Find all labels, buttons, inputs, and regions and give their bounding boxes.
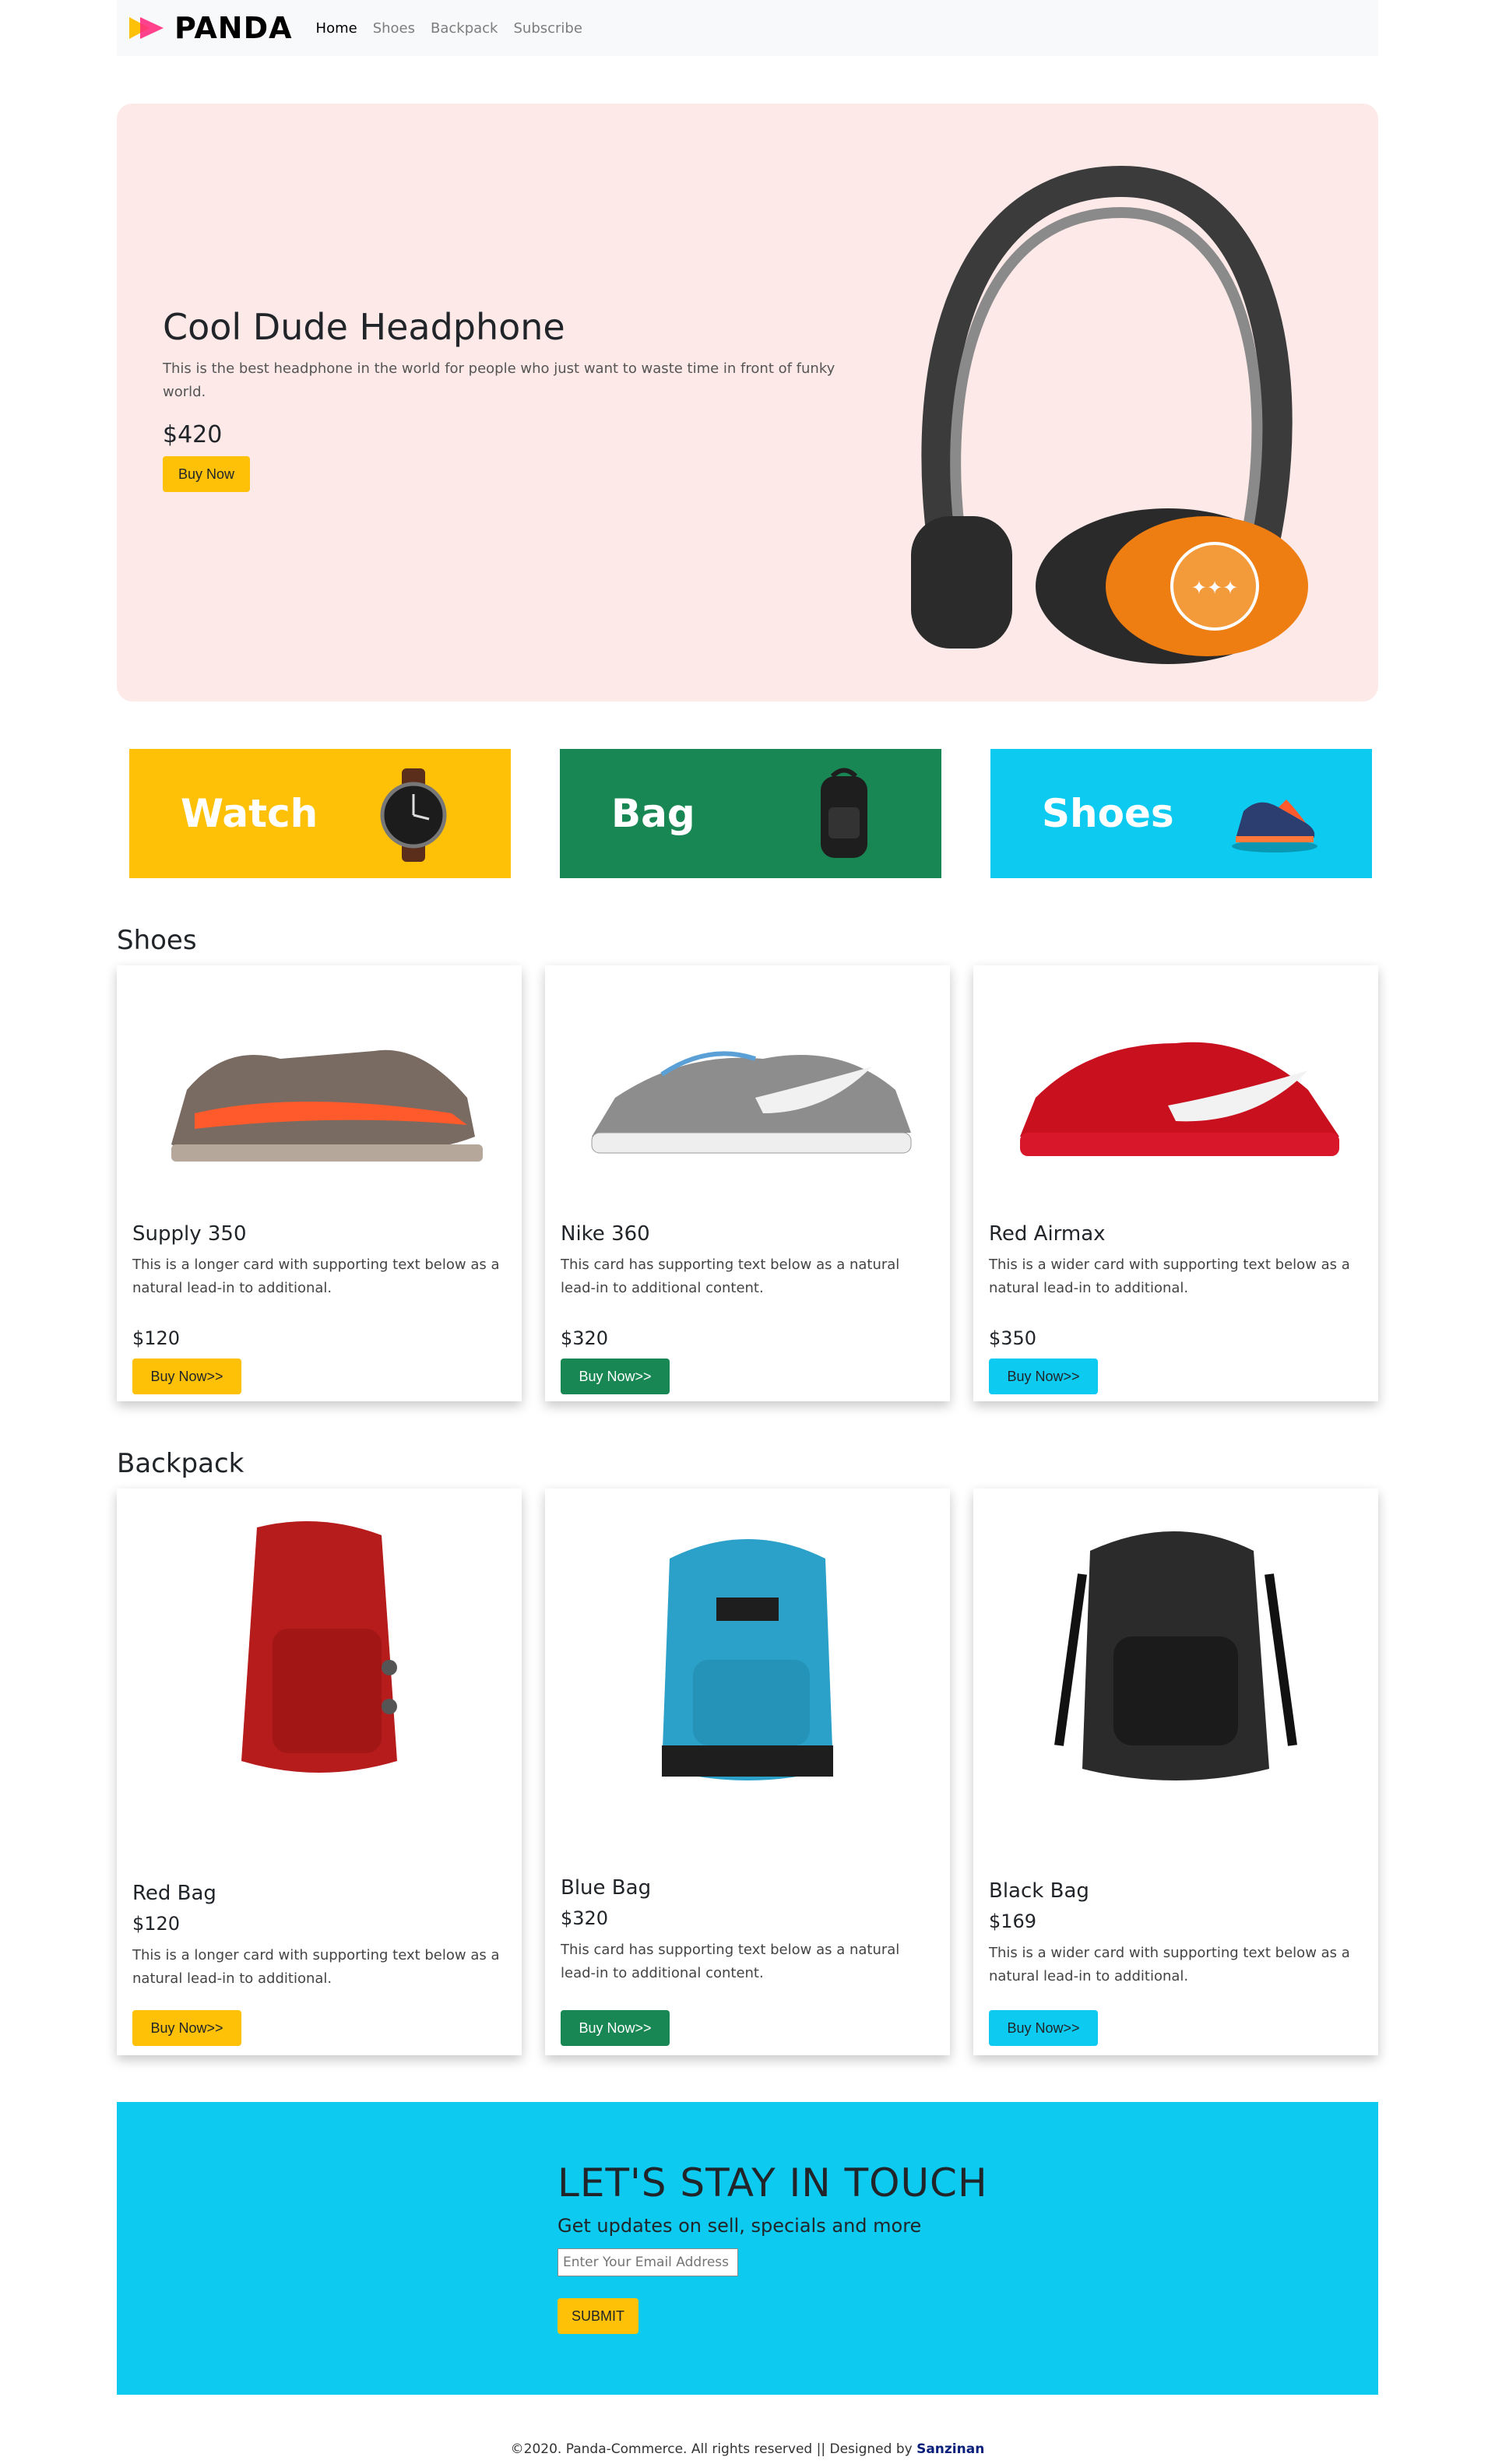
hero-banner: Cool Dude Headphone This is the best hea… <box>117 104 1378 701</box>
product-card: Nike 360 This card has supporting text b… <box>545 965 950 1401</box>
blue-backpack-image <box>662 1539 833 1780</box>
product-card: Red Bag $120 This is a longer card with … <box>117 1489 522 2055</box>
card-price: $169 <box>989 1910 1037 1932</box>
category-shoes[interactable]: Shoes <box>990 749 1372 878</box>
panda-logo-icon <box>129 17 164 39</box>
sneaker-image <box>591 1051 912 1154</box>
footer-text: ©2020. Panda-Commerce. All rights reserv… <box>510 2441 917 2457</box>
buy-now-button[interactable]: Buy Now>> <box>132 1359 241 1394</box>
card-text: This is a longer card with supporting te… <box>132 1947 500 1987</box>
nav-shoes[interactable]: Shoes <box>373 20 415 37</box>
card-price: $120 <box>132 1327 181 1349</box>
buy-now-button[interactable]: Buy Now>> <box>561 1359 670 1394</box>
email-input[interactable] <box>558 2248 738 2276</box>
product-card: Blue Bag $320 This card has supporting t… <box>545 1489 950 2055</box>
product-card: Black Bag $169 This is a wider card with… <box>973 1489 1378 2055</box>
category-watch[interactable]: Watch <box>129 749 511 878</box>
brand[interactable]: PANDA <box>126 11 293 45</box>
red-backpack-image <box>241 1521 397 1773</box>
navbar: PANDA Home Shoes Backpack Subscribe <box>117 0 1378 56</box>
card-title: Supply 350 <box>132 1222 247 1246</box>
product-card: Red Airmax This is a wider card with sup… <box>973 965 1378 1401</box>
card-price: $350 <box>989 1327 1037 1349</box>
svg-text:✦✦✦: ✦✦✦ <box>1191 577 1238 599</box>
backpack-icon <box>821 768 867 858</box>
card-text: This is a longer card with supporting te… <box>132 1257 500 1296</box>
hero-buy-button[interactable]: Buy Now <box>163 456 250 492</box>
subscribe-title: LET'S STAY IN TOUCH <box>558 2160 988 2206</box>
sneaker-image <box>1020 1042 1339 1156</box>
nav-backpack[interactable]: Backpack <box>431 20 498 37</box>
card-text: This is a wider card with supporting tex… <box>989 1257 1350 1296</box>
brand-text: PANDA <box>174 11 293 45</box>
buy-now-button[interactable]: Buy Now>> <box>989 2010 1098 2046</box>
card-price: $320 <box>561 1327 609 1349</box>
category-label: Bag <box>611 791 695 836</box>
black-backpack-image <box>1054 1531 1297 1780</box>
card-price: $120 <box>132 1913 181 1935</box>
nav-subscribe[interactable]: Subscribe <box>513 20 582 37</box>
category-label: Watch <box>181 791 318 836</box>
nav-home[interactable]: Home <box>316 20 357 37</box>
buy-now-button[interactable]: Buy Now>> <box>989 1359 1098 1394</box>
shoe-icon <box>1232 800 1317 852</box>
category-bag[interactable]: Bag <box>560 749 941 878</box>
buy-now-button[interactable]: Buy Now>> <box>561 2010 670 2046</box>
subscribe-subtitle: Get updates on sell, specials and more <box>558 2215 922 2237</box>
card-text: This card has supporting text below as a… <box>561 1257 900 1296</box>
subscribe-section: LET'S STAY IN TOUCH Get updates on sell,… <box>117 2102 1378 2395</box>
hero-price: $420 <box>163 421 223 448</box>
card-title: Nike 360 <box>561 1222 650 1246</box>
card-title: Red Airmax <box>989 1222 1106 1246</box>
backpack-heading: Backpack <box>117 1448 244 1479</box>
card-title: Blue Bag <box>561 1876 652 1900</box>
card-title: Black Bag <box>989 1879 1089 1903</box>
footer: ©2020. Panda-Commerce. All rights reserv… <box>0 2441 1495 2457</box>
buy-now-button[interactable]: Buy Now>> <box>132 2010 241 2046</box>
card-text: This card has supporting text below as a… <box>561 1942 900 1981</box>
card-title: Red Bag <box>132 1882 216 1905</box>
card-text: This is a wider card with supporting tex… <box>989 1945 1350 1984</box>
headphone-image: ✦✦✦ <box>911 165 1308 664</box>
product-card: Supply 350 This is a longer card with su… <box>117 965 522 1401</box>
designer-link[interactable]: Sanzinan <box>916 2441 984 2457</box>
category-label: Shoes <box>1042 791 1174 836</box>
sneaker-image <box>171 1049 483 1162</box>
watch-icon <box>380 768 447 862</box>
shoes-heading: Shoes <box>117 925 197 956</box>
hero-description: This is the best headphone in the world … <box>163 360 835 400</box>
card-price: $320 <box>561 1907 609 1929</box>
submit-button[interactable]: SUBMIT <box>558 2298 638 2334</box>
hero-text: Cool Dude Headphone This is the best hea… <box>163 306 848 492</box>
hero-title: Cool Dude Headphone <box>163 306 565 348</box>
